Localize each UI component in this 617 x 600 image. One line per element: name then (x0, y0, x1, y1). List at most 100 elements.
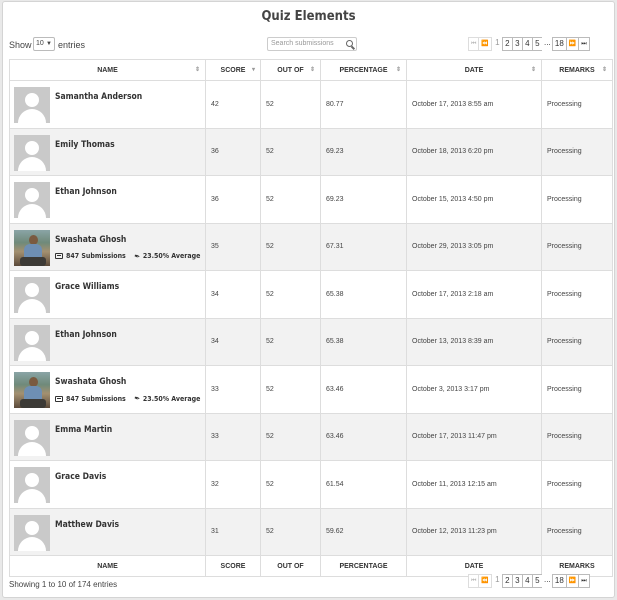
next-page-icon[interactable]: ⏩ (565, 574, 580, 588)
cell-percentage: 80.77 (320, 80, 407, 129)
avatar-placeholder[interactable] (14, 182, 50, 218)
cell-percentage: 59.62 (320, 507, 407, 556)
column-header-date[interactable]: DATE ⇕ (406, 59, 542, 81)
quiz-panel: Quiz Elements Show 10 ▼ entries Search s… (2, 1, 615, 598)
user-name[interactable]: Emma Martin (55, 425, 112, 435)
entries-select[interactable]: 10 ▼ (33, 37, 55, 51)
cell-score: 32 (205, 460, 261, 509)
cell-name: Ethan Johnson (9, 317, 206, 366)
column-header-score[interactable]: SCORE ▾ (205, 59, 261, 81)
feather-icon: ✒ (132, 393, 141, 404)
cell-score: 33 (205, 412, 261, 461)
cell-name: Matthew Davis (9, 507, 206, 556)
cell-name: Grace Davis (9, 460, 206, 509)
table-header-row: NAME ⇕ SCORE ▾ OUT OF ⇕ PERCENTAGE ⇕ DATE ⇕ R… (9, 59, 613, 81)
inbox-icon (55, 253, 63, 259)
user-name[interactable]: Swashata Ghosh (55, 235, 126, 245)
avatar-placeholder[interactable] (14, 277, 50, 313)
footer-header-score: SCORE (205, 555, 261, 577)
cell-remarks: Processing (541, 127, 613, 176)
footer-header-out-of: OUT OF (260, 555, 321, 577)
cell-score: 42 (205, 80, 261, 129)
cell-percentage: 65.38 (320, 317, 407, 366)
user-name[interactable]: Ethan Johnson (55, 330, 117, 340)
average-score: 23.50% Average (142, 252, 201, 260)
search-input[interactable]: Search submissions (267, 37, 357, 51)
avatar[interactable] (14, 229, 50, 266)
user-stats: 847 Submissions ✒ 23.50% Average (55, 251, 201, 261)
avatar-placeholder[interactable] (14, 419, 50, 456)
cell-percentage: 69.23 (320, 127, 407, 176)
cell-name: Swashata Ghosh 847 Submissions ✒ 23.50% Ave… (9, 222, 206, 271)
column-header-out-of[interactable]: OUT OF ⇕ (260, 59, 321, 81)
cell-date: October 12, 2013 11:23 pm (406, 507, 542, 556)
cell-percentage: 65.38 (320, 270, 407, 319)
avatar-placeholder[interactable] (14, 467, 50, 503)
cell-date: October 15, 2013 4:50 pm (406, 175, 542, 224)
cell-out-of: 52 (260, 412, 321, 461)
cell-date: October 18, 2013 6:20 pm (406, 127, 542, 176)
cell-name: Ethan Johnson (9, 175, 206, 224)
prev-page-icon[interactable]: ⏪ (478, 37, 492, 51)
user-name[interactable]: Matthew Davis (55, 520, 119, 530)
last-page-icon[interactable]: ⏭ (578, 37, 590, 51)
avatar[interactable] (14, 372, 50, 408)
sort-desc-icon: ▾ (251, 67, 255, 73)
page-last-number[interactable]: 18 (551, 37, 567, 51)
pagination-bottom: ⏮ ⏪ 1 2 3 4 5 ... 18 ⏩ ⏭ (468, 574, 590, 588)
cell-percentage: 67.31 (320, 222, 407, 271)
cell-date: October 17, 2013 2:18 am (406, 270, 542, 319)
column-header-name[interactable]: NAME ⇕ (9, 59, 206, 81)
sort-icon: ⇕ (395, 67, 401, 73)
cell-remarks: Processing (541, 222, 613, 271)
column-header-remarks[interactable]: REMARKS ⇕ (541, 59, 613, 81)
cell-percentage: 69.23 (320, 175, 407, 224)
avatar-placeholder[interactable] (14, 87, 50, 123)
search-icon[interactable] (346, 40, 353, 47)
next-page-icon[interactable]: ⏩ (565, 37, 580, 51)
cell-date: October 3, 2013 3:17 pm (406, 365, 542, 414)
cell-name: Samantha Anderson (9, 80, 206, 129)
footer-header-percentage: PERCENTAGE (320, 555, 407, 577)
cell-percentage: 63.46 (320, 365, 407, 414)
search-placeholder: Search submissions (271, 40, 334, 47)
cell-out-of: 52 (260, 317, 321, 366)
sort-icon: ⇕ (309, 67, 315, 73)
user-name[interactable]: Ethan Johnson (55, 187, 117, 197)
submissions-table: NAME ⇕ SCORE ▾ OUT OF ⇕ PERCENTAGE ⇕ DATE ⇕ R… (9, 59, 613, 577)
table-row: Emily Thomas 36 52 69.23 October 18, 2013 6:… (9, 127, 613, 176)
avatar-placeholder[interactable] (14, 324, 50, 361)
last-page-icon[interactable]: ⏭ (578, 574, 590, 588)
cell-remarks: Processing (541, 80, 613, 129)
cell-remarks: Processing (541, 412, 613, 461)
table-controls: Show 10 ▼ entries Search submissions ⏮ ⏪… (3, 32, 614, 59)
submissions-count: 847 Submissions (66, 394, 126, 403)
cell-remarks: Processing (541, 460, 613, 509)
user-name[interactable]: Grace Davis (55, 472, 106, 482)
cell-remarks: Processing (541, 365, 613, 414)
user-name[interactable]: Swashata Ghosh (55, 377, 126, 387)
cell-out-of: 52 (260, 222, 321, 271)
user-name[interactable]: Samantha Anderson (55, 92, 142, 102)
cell-out-of: 52 (260, 80, 321, 129)
table-row: Matthew Davis 31 52 59.62 October 12, 2013 1… (9, 507, 613, 556)
sort-icon: ⇕ (601, 67, 607, 73)
user-name[interactable]: Grace Williams (55, 282, 119, 292)
pagination-top: ⏮ ⏪ 1 2 3 4 5 ... 18 ⏩ ⏭ (468, 37, 590, 51)
user-stats: 847 Submissions ✒ 23.50% Average (55, 393, 200, 404)
prev-page-icon[interactable]: ⏪ (478, 574, 492, 588)
page-last-number[interactable]: 18 (551, 574, 567, 588)
cell-out-of: 52 (260, 175, 321, 224)
column-header-percentage[interactable]: PERCENTAGE ⇕ (320, 59, 407, 81)
cell-remarks: Processing (541, 175, 613, 224)
user-name[interactable]: Emily Thomas (55, 140, 115, 150)
cell-name: Swashata Ghosh 847 Submissions ✒ 23.50% Ave… (9, 365, 206, 414)
avatar-placeholder[interactable] (14, 134, 50, 171)
avatar-placeholder[interactable] (14, 514, 50, 551)
sort-icon: ⇕ (194, 67, 200, 73)
cell-score: 34 (205, 317, 261, 366)
cell-score: 35 (205, 222, 261, 271)
cell-score: 36 (205, 127, 261, 176)
caret-down-icon: ▼ (46, 41, 52, 47)
cell-name: Emma Martin (9, 412, 206, 461)
